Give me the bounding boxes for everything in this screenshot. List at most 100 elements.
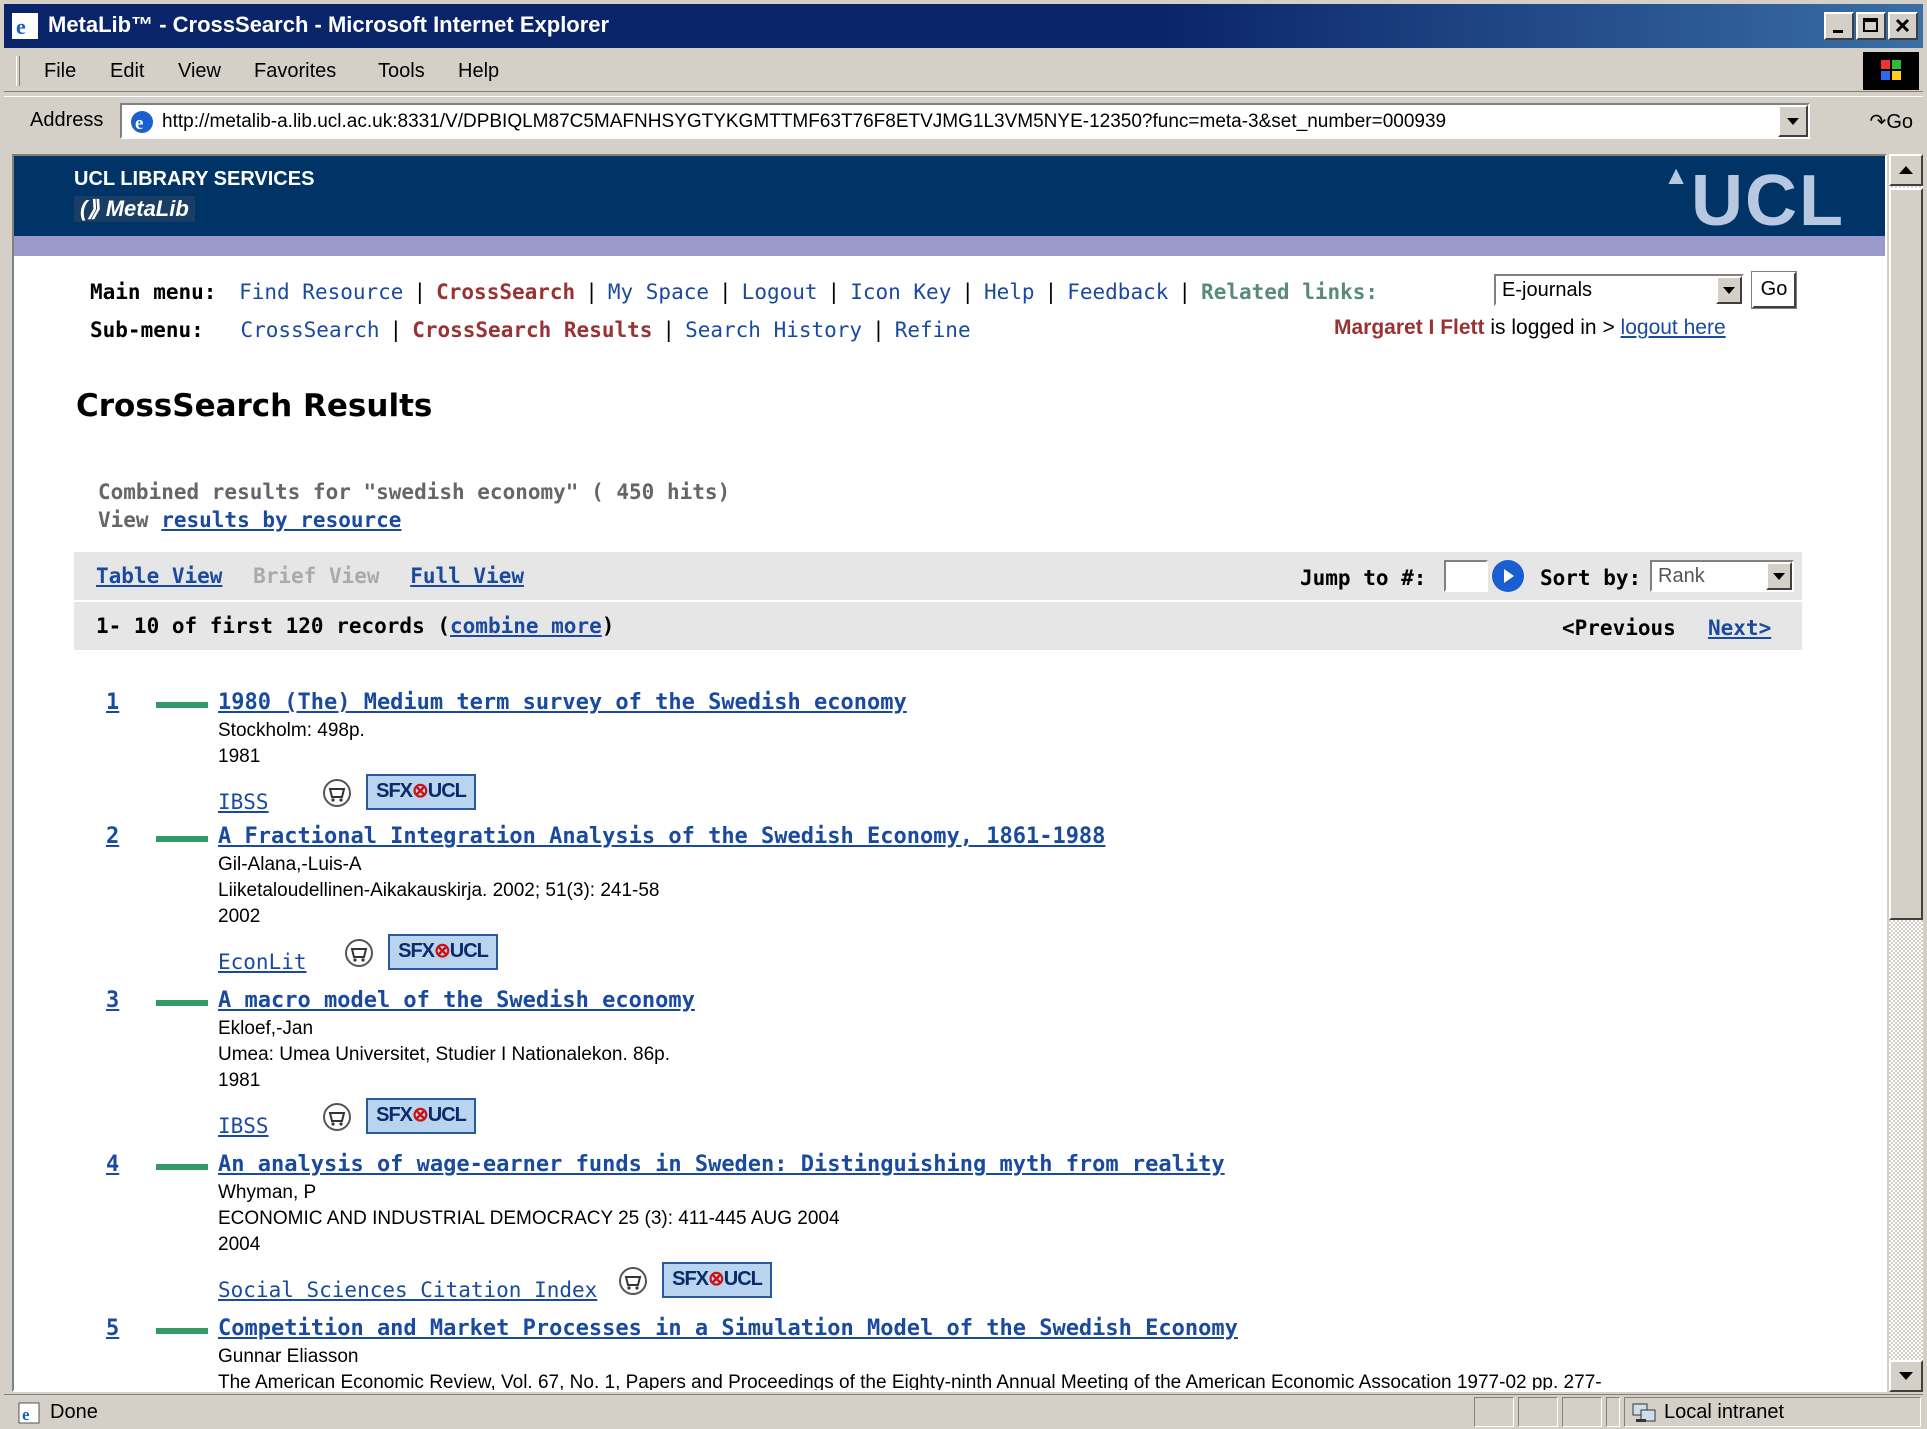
nav-find-resource[interactable]: Find Resource: [239, 280, 403, 304]
page-title: CrossSearch Results: [76, 388, 433, 424]
status-panel: [1518, 1397, 1558, 1427]
record-title[interactable]: An analysis of wage-earner funds in Swed…: [218, 1152, 1225, 1177]
maximize-button[interactable]: [1856, 12, 1886, 40]
rank-bar: [156, 1328, 208, 1334]
record-source-link[interactable]: EconLit: [218, 950, 307, 974]
record-number[interactable]: 5: [106, 1316, 119, 1341]
sfx-logo-icon: ⊗: [412, 1104, 429, 1126]
jump-go-button[interactable]: [1492, 560, 1524, 592]
scroll-down-button[interactable]: [1889, 1360, 1923, 1392]
close-icon: [1895, 18, 1910, 33]
sfx-label: SFX: [398, 940, 435, 962]
ucl-label: UCL: [449, 940, 489, 962]
record-source-link[interactable]: IBSS: [218, 790, 269, 814]
menu-tools[interactable]: Tools: [378, 60, 425, 83]
results-by-resource-link[interactable]: results by resource: [161, 508, 401, 532]
combined-results-text: Combined results for "swedish economy" (…: [98, 480, 731, 504]
menu-edit[interactable]: Edit: [110, 60, 144, 83]
menu-file[interactable]: File: [44, 60, 76, 83]
related-go-button[interactable]: Go: [1751, 271, 1797, 309]
record-source-link[interactable]: Social Sciences Citation Index: [218, 1278, 597, 1302]
record-number[interactable]: 2: [106, 824, 119, 849]
sfx-ucl-button[interactable]: SFX⊗UCL: [366, 1098, 476, 1134]
address-input[interactable]: e http://metalib-a.lib.ucl.ac.uk:8331/V/…: [120, 103, 1810, 139]
sfx-logo-icon: ⊗: [434, 940, 451, 962]
record-number[interactable]: 4: [106, 1152, 119, 1177]
sub-crosssearch[interactable]: CrossSearch: [240, 318, 379, 342]
sub-menu: Sub-menu: CrossSearch | CrossSearch Result…: [90, 318, 971, 342]
page-content[interactable]: UCL LIBRARY SERVICES (⟫ MetaLib ▲UCL Mai…: [12, 154, 1887, 1392]
scroll-up-button[interactable]: [1889, 154, 1923, 186]
login-status: Margaret I Flett is logged in > logout h…: [1334, 316, 1726, 340]
related-links-dropdown[interactable]: [1716, 276, 1742, 304]
nav-logout[interactable]: Logout: [742, 280, 818, 304]
related-links-value: E-journals: [1502, 279, 1593, 301]
sfx-ucl-button[interactable]: SFX⊗UCL: [388, 934, 498, 970]
next-link[interactable]: Next>: [1708, 616, 1771, 640]
shopping-basket-icon[interactable]: [322, 778, 352, 808]
sfx-ucl-button[interactable]: SFX⊗UCL: [366, 774, 476, 810]
ucl-dome-icon: ▲: [1663, 160, 1692, 190]
related-links-select[interactable]: E-journals: [1494, 274, 1744, 306]
nav-crosssearch[interactable]: CrossSearch: [436, 280, 575, 304]
toolbar-grip[interactable]: [16, 56, 20, 86]
rank-bar: [156, 836, 208, 842]
record-title[interactable]: Competition and Market Processes in a Si…: [218, 1316, 1238, 1341]
menu-help[interactable]: Help: [458, 60, 499, 83]
shopping-basket-icon[interactable]: [344, 938, 374, 968]
sort-label: Sort by:: [1540, 566, 1642, 590]
menu-view[interactable]: View: [178, 60, 221, 83]
address-dropdown[interactable]: [1778, 105, 1808, 137]
nav-icon-key[interactable]: Icon Key: [850, 280, 951, 304]
record-line: 1981: [218, 746, 261, 767]
record-line: The American Economic Review, Vol. 67, N…: [218, 1372, 1602, 1392]
go-button[interactable]: ↷Go: [1870, 109, 1913, 134]
full-view-link[interactable]: Full View: [410, 564, 524, 588]
sfx-ucl-button[interactable]: SFX⊗UCL: [662, 1262, 772, 1298]
vertical-scrollbar[interactable]: [1889, 154, 1923, 1392]
svg-text:e: e: [16, 14, 26, 39]
chevron-down-icon: [1773, 573, 1785, 580]
record-title[interactable]: 1980 (The) Medium term survey of the Swe…: [218, 690, 907, 715]
menu-favorites[interactable]: Favorites: [254, 60, 336, 83]
metalib-wave-icon: (⟫: [80, 196, 100, 221]
metalib-label: MetaLib: [105, 196, 189, 221]
table-view-link[interactable]: Table View: [96, 564, 222, 588]
play-arrow-icon: [1504, 569, 1514, 583]
record-number[interactable]: 3: [106, 988, 119, 1013]
logout-link[interactable]: logout here: [1621, 316, 1726, 339]
combine-more-link[interactable]: combine more: [450, 614, 602, 638]
ucl-logo-text: UCL: [1691, 161, 1845, 241]
shopping-basket-icon[interactable]: [618, 1266, 648, 1296]
record-number[interactable]: 1: [106, 690, 119, 715]
user-name: Margaret I Flett: [1334, 316, 1485, 339]
scroll-thumb[interactable]: [1889, 188, 1923, 920]
nav-my-space[interactable]: My Space: [608, 280, 709, 304]
menu-bar: File Edit View Favorites Tools Help: [4, 50, 1923, 92]
svg-text:e: e: [22, 1405, 30, 1424]
record-title[interactable]: A macro model of the Swedish economy: [218, 988, 695, 1013]
address-label: Address: [30, 109, 104, 131]
sub-refine[interactable]: Refine: [895, 318, 971, 342]
shopping-basket-icon[interactable]: [322, 1102, 352, 1132]
sort-select[interactable]: Rank: [1650, 560, 1794, 592]
nav-help[interactable]: Help: [984, 280, 1035, 304]
sub-crosssearch-results[interactable]: CrossSearch Results: [412, 318, 652, 342]
previous-label: <Previous: [1562, 616, 1676, 640]
close-button[interactable]: [1888, 12, 1918, 40]
sub-search-history[interactable]: Search History: [685, 318, 862, 342]
record-source-link[interactable]: IBSS: [218, 1114, 269, 1138]
nav-feedback[interactable]: Feedback: [1067, 280, 1168, 304]
metalib-logo: (⟫ MetaLib: [74, 196, 195, 222]
jump-input[interactable]: [1444, 560, 1488, 592]
address-url: http://metalib-a.lib.ucl.ac.uk:8331/V/DP…: [162, 111, 1447, 132]
zone-label: Local intranet: [1664, 1401, 1785, 1423]
minimize-button[interactable]: [1824, 12, 1854, 40]
address-bar: Address e http://metalib-a.lib.ucl.ac.uk…: [4, 96, 1923, 146]
sort-dropdown[interactable]: [1766, 562, 1792, 590]
go-arrow-icon: ↷: [1869, 111, 1887, 133]
record-range-close: ): [601, 614, 615, 638]
ucl-logo: ▲UCL: [1663, 160, 1845, 242]
record-title[interactable]: A Fractional Integration Analysis of the…: [218, 824, 1105, 849]
page-icon: e: [131, 111, 153, 134]
